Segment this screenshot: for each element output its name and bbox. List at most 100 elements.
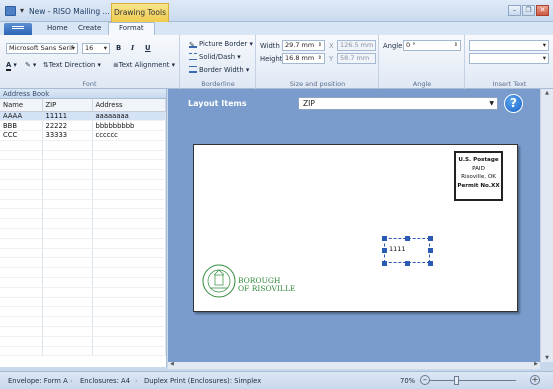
app-icon[interactable] [5,6,16,16]
restore-icon[interactable]: ❐ [522,5,535,16]
scroll-down-icon[interactable]: ▼ [541,355,553,361]
table-cell [42,287,93,298]
table-row[interactable] [0,346,166,357]
spinner-icon[interactable]: ⇕ [318,54,322,63]
table-row[interactable] [0,228,166,239]
table-row[interactable] [0,140,166,151]
layout-items-select[interactable]: ZIP ▼ [298,97,498,110]
table-row[interactable] [0,199,166,210]
table-row[interactable] [0,208,166,220]
font-size-select[interactable]: 16 ▾ [82,43,110,54]
spinner-icon[interactable]: ⇕ [454,41,458,50]
table-row[interactable] [0,150,166,161]
table-cell [0,228,43,239]
table-row[interactable] [0,267,166,279]
close-icon[interactable]: ✕ [536,5,549,16]
quick-access-dropdown-icon[interactable]: ▾ [20,6,24,15]
column-header-address[interactable]: Address [92,99,166,112]
table-cell [42,326,93,337]
table-row[interactable] [0,189,166,200]
table-cell [0,179,43,190]
table-row[interactable] [0,287,166,298]
table-row[interactable] [0,336,166,347]
zoom-slider-thumb[interactable] [454,376,459,385]
vertical-scrollbar[interactable]: ▲ ▼ [540,89,553,362]
table-row[interactable] [0,297,166,308]
table-row[interactable] [0,248,166,259]
italic-button[interactable]: I [131,44,134,52]
zip-text: 1111 [389,245,406,253]
envelope-preview[interactable]: U.S. Postage PAID Risoville, OK Permit N… [193,144,518,312]
resize-handle[interactable] [382,236,387,241]
scroll-right-icon[interactable]: ▶ [534,361,538,367]
postage-indicia[interactable]: U.S. Postage PAID Risoville, OK Permit N… [454,151,503,201]
table-row[interactable] [0,238,166,249]
table-row[interactable] [0,179,166,190]
resize-handle[interactable] [428,248,433,253]
angle-field[interactable]: 0 ° ⇕ [403,40,461,51]
table-row[interactable] [0,316,166,328]
scroll-left-icon[interactable]: ◀ [170,361,174,367]
picture-border-button[interactable]: ✎ Picture Border ▾ [189,40,253,49]
scroll-up-icon[interactable]: ▲ [541,90,553,96]
status-duplex: Duplex Print (Enclosures): Simplex [144,377,262,385]
height-field[interactable]: 16.8 mm ⇕ [282,53,325,64]
insert-text-select-1[interactable]: ▾ [469,40,549,51]
borough-seal-logo [202,264,236,300]
table-cell [0,248,43,259]
resize-handle[interactable] [405,236,410,241]
resize-handle[interactable] [405,261,410,266]
table-cell: aaaaaaaa [92,111,166,122]
table-row[interactable] [0,218,166,230]
bold-button[interactable]: B [116,44,121,52]
table-cell [0,336,43,347]
line-width-icon [189,66,197,73]
zoom-in-icon[interactable]: + [530,375,540,385]
font-color-button[interactable]: A ▾ [6,61,17,71]
insert-text-select-2[interactable]: ▾ [469,53,549,64]
resize-handle[interactable] [382,261,387,266]
table-cell [92,208,166,220]
column-header-zip[interactable]: ZIP [42,99,93,112]
zoom-out-icon[interactable]: – [420,375,430,385]
status-bar: Envelope: Form A › Enclosures: A4 › Dupl… [0,371,553,389]
status-separator: › [70,377,73,385]
table-cell [42,297,93,308]
solid-dash-button[interactable]: Solid/Dash ▾ [189,53,241,61]
text-direction-button[interactable]: ⇅Text Direction ▾ [43,61,101,69]
help-icon[interactable]: ? [504,94,523,113]
chevron-down-icon: ▼ [489,100,494,107]
horizontal-scrollbar[interactable]: ◀ ▶ [168,361,540,369]
minimize-icon[interactable]: – [508,5,521,16]
text-alignment-button[interactable]: ≣Text Alignment ▾ [113,61,175,69]
zoom-slider[interactable] [430,380,516,381]
size-group-label: Size and position [289,80,346,88]
border-width-button[interactable]: Border Width ▾ [189,66,249,74]
table-row[interactable] [0,159,166,171]
spinner-icon[interactable]: ⇕ [318,41,322,50]
tab-create[interactable]: Create [78,24,101,32]
table-row[interactable] [0,257,166,269]
resize-handle[interactable] [428,261,433,266]
table-cell [42,218,93,230]
tab-home[interactable]: Home [47,24,68,32]
table-row[interactable]: BBB 22222 bbbbbbbbb [0,120,166,132]
column-header-name[interactable]: Name [0,99,43,112]
width-field[interactable]: 29.7 mm ⇕ [282,40,325,51]
table-row[interactable] [0,169,166,181]
resize-handle[interactable] [428,236,433,241]
resize-handle[interactable] [382,248,387,253]
file-tab[interactable] [4,23,32,35]
underline-button[interactable]: U [145,44,151,52]
table-row[interactable]: AAAA 11111 aaaaaaaa [0,111,166,122]
table-row[interactable] [0,277,166,288]
table-cell [42,179,93,190]
table-row[interactable]: CCC 33333 cccccc [0,130,166,141]
tab-format[interactable]: Format [108,22,155,35]
table-row[interactable] [0,326,166,337]
highlight-button[interactable]: ✎ ▾ [25,61,36,69]
font-name-select[interactable]: Microsoft Sans Serif ▾ [6,43,78,54]
table-row[interactable] [0,306,166,318]
table-cell: bbbbbbbbb [92,120,166,132]
table-cell: 33333 [42,130,93,141]
